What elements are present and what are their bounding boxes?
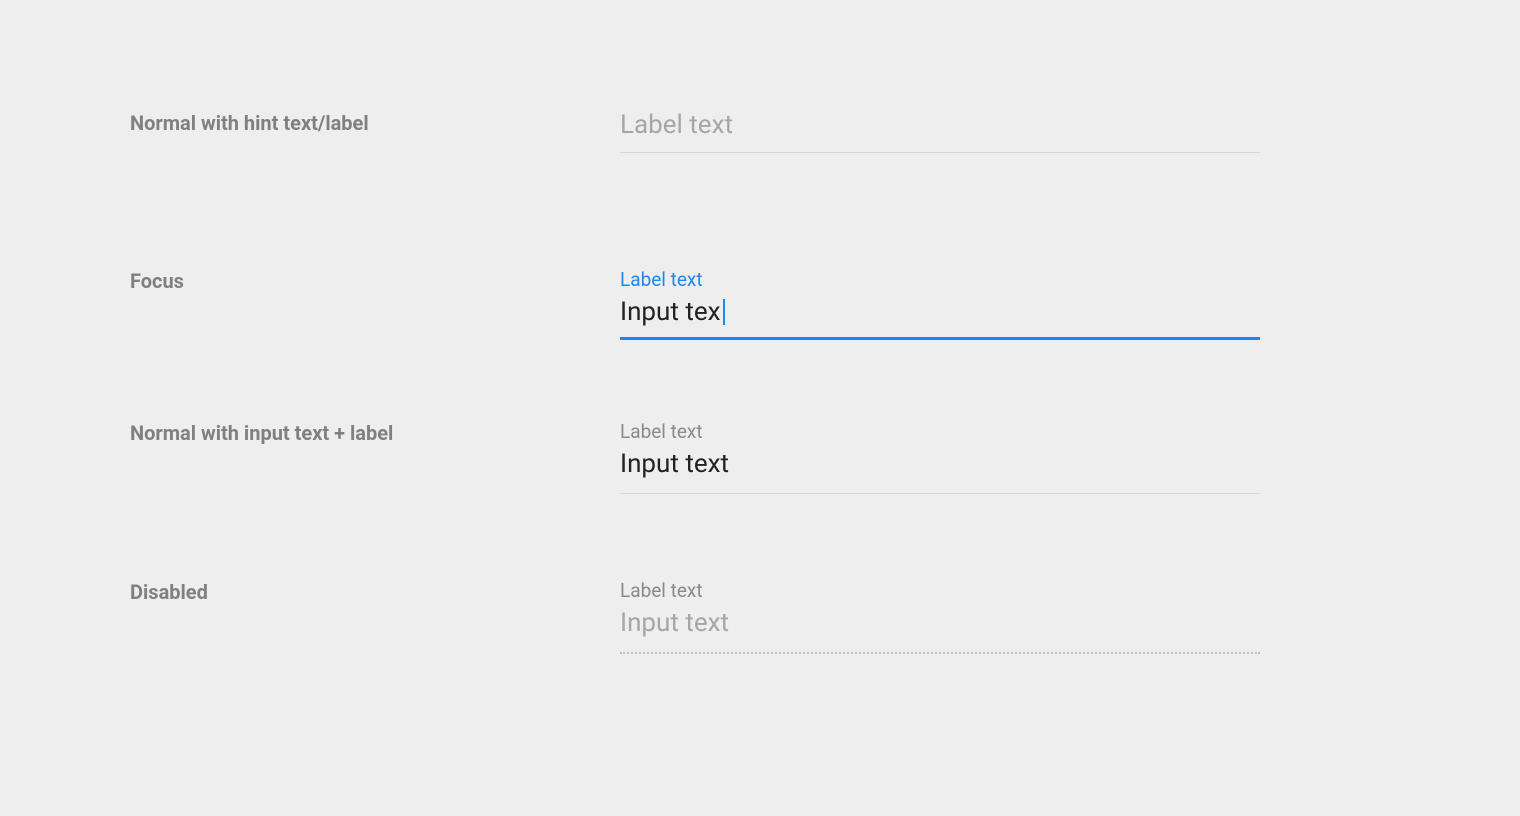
description-col: Normal with hint text/label (130, 110, 620, 136)
floating-label: Label text (620, 268, 1260, 291)
input-value: Input text (620, 449, 1260, 493)
state-description: Normal with hint text/label (130, 110, 620, 136)
description-col: Disabled (130, 579, 620, 605)
input-value: Input tex (620, 297, 721, 327)
text-field-states-spec: Normal with hint text/label Label text F… (0, 0, 1520, 654)
text-field-normal-hint[interactable]: Label text (620, 110, 1260, 153)
state-row-disabled: Disabled Label text Input text (130, 579, 1520, 654)
text-caret (723, 299, 725, 325)
description-col: Focus (130, 268, 620, 294)
state-row-focus: Focus Label text Input tex (130, 268, 1520, 340)
placeholder-label: Label text (620, 110, 1260, 152)
state-row-normal-hint: Normal with hint text/label Label text (130, 110, 1520, 153)
state-description: Disabled (130, 579, 620, 605)
text-field-focus[interactable]: Label text Input tex (620, 268, 1260, 340)
floating-label: Label text (620, 579, 1260, 602)
text-field-normal-input[interactable]: Label text Input text (620, 420, 1260, 494)
state-description: Normal with input text + label (130, 420, 620, 446)
state-description: Focus (130, 268, 620, 294)
state-row-normal-input: Normal with input text + label Label tex… (130, 420, 1520, 494)
input-value: Input text (620, 608, 1260, 652)
input-value-with-caret: Input tex (620, 297, 1260, 337)
text-field-disabled: Label text Input text (620, 579, 1260, 654)
floating-label: Label text (620, 420, 1260, 443)
description-col: Normal with input text + label (130, 420, 620, 446)
